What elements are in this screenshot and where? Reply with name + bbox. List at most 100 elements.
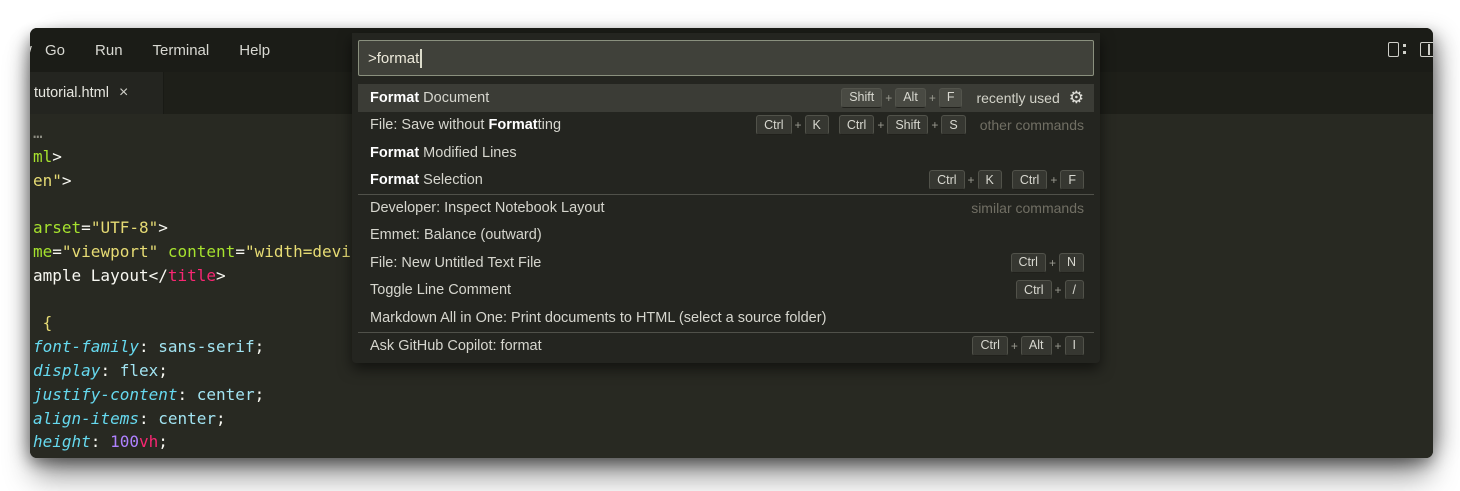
code-token: : <box>91 456 101 458</box>
command-label: Markdown All in One: Print documents to … <box>370 310 1084 326</box>
command-match-highlight: Format <box>488 117 537 133</box>
code-token: vh <box>139 432 158 451</box>
keybinding-chord: Ctrl+/ <box>1016 280 1084 300</box>
command-row[interactable]: Developer: Inspect Notebook Layoutsimila… <box>358 194 1094 222</box>
command-row[interactable]: Emmet: Balance (outward) <box>358 222 1094 250</box>
code-token: = <box>81 218 91 237</box>
command-row[interactable]: Ask GitHub Copilot: formatCtrl+Alt+I <box>358 332 1094 360</box>
command-palette-list: Format DocumentShift+Alt+Frecently used⚙… <box>358 84 1094 359</box>
code-token: : <box>139 409 149 428</box>
keybinding-chord: Ctrl +K <box>756 115 829 135</box>
key-separator: + <box>885 91 892 105</box>
command-row[interactable]: Toggle Line CommentCtrl+/ <box>358 277 1094 305</box>
menu-item-go[interactable]: Go <box>33 37 77 64</box>
keycap: Ctrl <box>1016 280 1051 300</box>
gear-icon[interactable]: ⚙ <box>1069 89 1084 106</box>
keycap: F <box>939 88 963 108</box>
key-separator: + <box>968 173 975 187</box>
menu-item-help[interactable]: Help <box>227 37 282 64</box>
command-row[interactable]: Markdown All in One: Print documents to … <box>358 304 1094 332</box>
code-token: ; <box>158 361 168 380</box>
keycap: Alt <box>1021 336 1052 356</box>
command-text: Document <box>419 90 489 106</box>
key-separator: + <box>795 118 802 132</box>
command-text: Toggle Line Comment <box>370 282 511 298</box>
code-token: margin <box>33 456 91 458</box>
code-token: justify-content <box>33 385 178 404</box>
keybinding-chord: Ctrl+F <box>1012 170 1084 190</box>
command-text: Modified Lines <box>419 145 517 161</box>
key-separator: + <box>877 118 884 132</box>
keycap: Ctrl <box>756 115 791 135</box>
keycap: Shift <box>841 88 882 108</box>
group-label: similar commands <box>971 200 1084 216</box>
menu-item-terminal[interactable]: Terminal <box>141 37 222 64</box>
command-text: Emmet: Balance (outward) <box>370 227 542 243</box>
code-token: align-items <box>33 409 139 428</box>
code-token: ; <box>216 409 226 428</box>
command-label: Format Document <box>370 90 829 106</box>
key-separator: + <box>1049 256 1056 270</box>
command-row[interactable]: Format SelectionCtrl+KCtrl+F <box>358 167 1094 195</box>
command-row[interactable]: File: Save without FormattingCtrl+KCtrl+… <box>358 112 1094 140</box>
code-token <box>158 242 168 261</box>
code-token: display <box>33 361 100 380</box>
code-line: align-items: center; <box>33 407 1433 431</box>
command-text: File: Save without <box>370 117 488 133</box>
close-icon[interactable]: × <box>119 85 128 101</box>
keycap: Ctrl <box>839 115 874 135</box>
keycap: N <box>1059 253 1084 273</box>
keybinding-chord: Ctrl+Shift+S <box>839 115 966 135</box>
code-token: me <box>33 242 52 261</box>
customize-layout-dot <box>1403 44 1406 47</box>
customize-layout-dot <box>1403 51 1406 54</box>
keybinding: Shift+Alt+F <box>841 88 962 108</box>
code-token: ; <box>158 432 168 451</box>
tab-tutorial-html[interactable]: tutorial.html × <box>30 72 164 114</box>
command-palette-input[interactable]: >format <box>358 40 1094 76</box>
keybinding: Ctrl+Alt+I <box>972 336 1084 356</box>
command-row[interactable]: Format DocumentShift+Alt+Frecently used⚙ <box>358 84 1094 112</box>
keycap: K <box>805 115 829 135</box>
keycap: F <box>1060 170 1084 190</box>
command-palette-query: >format <box>368 50 419 67</box>
key-separator: + <box>1055 283 1062 297</box>
command-label: File: New Untitled Text File <box>370 255 999 271</box>
keycap: S <box>941 115 965 135</box>
code-token: sans-serif <box>149 337 255 356</box>
command-row[interactable]: Format Modified Lines <box>358 139 1094 167</box>
command-row[interactable]: File: New Untitled Text File Ctrl+N <box>358 249 1094 277</box>
tab-label: tutorial.html <box>34 85 109 101</box>
split-editor-rect <box>1420 42 1433 57</box>
code-token: ; <box>255 385 265 404</box>
split-editor-bar <box>1428 44 1430 55</box>
code-token: </ <box>149 266 168 285</box>
code-token: center <box>149 409 216 428</box>
keycap: I <box>1065 336 1084 356</box>
keycap: Ctrl <box>1012 170 1047 190</box>
code-line: justify-content: center; <box>33 383 1433 407</box>
keybinding-chord: Ctrl+K <box>929 170 1002 190</box>
keycap: Ctrl <box>1011 253 1046 273</box>
group-label: other commands <box>980 117 1084 133</box>
code-token: : <box>139 337 149 356</box>
code-token: : <box>178 385 188 404</box>
customize-layout-icon[interactable] <box>1388 42 1406 57</box>
split-editor-icon[interactable] <box>1420 42 1433 57</box>
command-text: ting <box>538 117 561 133</box>
code-line: height: 100vh; <box>33 430 1433 454</box>
command-label: Format Selection <box>370 172 917 188</box>
code-token: { <box>33 313 52 332</box>
code-token: > <box>52 147 62 166</box>
command-match-highlight: Format <box>370 172 419 188</box>
keycap: Ctrl <box>972 336 1007 356</box>
command-match-highlight: Format <box>370 90 419 106</box>
code-token: = <box>52 242 62 261</box>
keybinding-chord: Shift+Alt+F <box>841 88 962 108</box>
code-token: center <box>187 385 254 404</box>
code-token: > <box>158 218 168 237</box>
menu-item-run[interactable]: Run <box>83 37 135 64</box>
key-separator: + <box>929 91 936 105</box>
code-token: "viewport" <box>62 242 158 261</box>
code-token: : <box>91 432 101 451</box>
